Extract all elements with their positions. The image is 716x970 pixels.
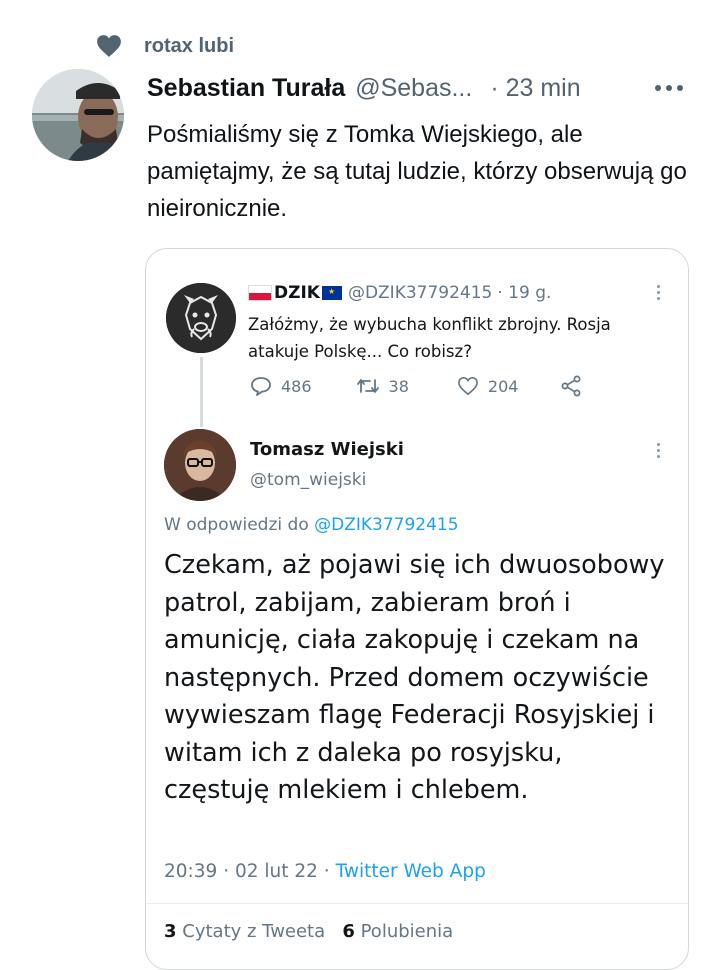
tweet-time[interactable]: · 23 min — [490, 74, 580, 103]
like-count: 204 — [487, 376, 519, 396]
like-heart-icon — [457, 376, 478, 396]
reply-icon — [251, 377, 271, 396]
reply-action: 486 — [250, 376, 312, 396]
tweet-media-image[interactable]: DZIK @DZIK37792415 · 19 g. Załóżmy, że w… — [145, 248, 689, 970]
reply-source-app: Twitter Web App — [335, 861, 486, 882]
share-action — [560, 375, 591, 397]
likes-label: Polubienia — [360, 921, 454, 942]
quoted-time: · 19 g. — [497, 283, 552, 303]
in-reply-handle: @DZIK37792415 — [314, 515, 459, 535]
eu-flag-icon — [321, 286, 342, 300]
reply-author-name: Tomasz Wiejski — [250, 439, 404, 460]
author-photo — [32, 69, 124, 161]
share-icon — [562, 375, 581, 397]
quotes-count: 3 — [164, 921, 177, 942]
quoted-handle: @DZIK37792415 — [347, 283, 493, 303]
author-name[interactable]: Sebastian Turała — [147, 74, 345, 103]
dzik-avatar — [166, 283, 236, 353]
likes-count: 6 — [342, 921, 355, 942]
author-avatar[interactable] — [32, 69, 124, 161]
reply-count: 486 — [281, 376, 312, 396]
boar-logo-icon — [166, 283, 236, 353]
retweet-icon — [356, 379, 379, 393]
reply-meta: 20:39 · 02 lut 22 · Twitter Web App — [164, 861, 486, 882]
reply-more-icon — [657, 443, 660, 458]
reply-stats: 3 Cytaty z Tweeta 6 Polubienia — [164, 921, 453, 942]
like-action: 204 — [457, 376, 519, 396]
reply-timestamp: 20:39 · 02 lut 22 · — [164, 861, 330, 882]
social-context: rotax lubi — [96, 34, 234, 58]
tomasz-avatar — [164, 429, 236, 501]
heart-icon — [97, 35, 121, 57]
social-context-label: rotax lubi — [144, 34, 235, 57]
poland-flag-icon — [248, 285, 272, 301]
reply-author-handle: @tom_wiejski — [250, 470, 367, 490]
tweet-text: Pośmialiśmy się z Tomka Wiejskiego, ale … — [147, 121, 687, 222]
author-handle[interactable]: @Sebas... — [355, 74, 472, 103]
reply-text: Czekam, aż pojawi się ich dwuosobowy pat… — [164, 550, 665, 805]
quoted-actions: 486 38 204 — [250, 375, 591, 397]
more-options-icon[interactable] — [655, 85, 683, 91]
quoted-text: Załóżmy, że wybucha konflikt zbrojny. Ro… — [248, 315, 611, 361]
thread-line — [200, 357, 203, 427]
embedded-screenshot: DZIK @DZIK37792415 · 19 g. Załóżmy, że w… — [146, 249, 688, 969]
quoted-name: DZIK — [274, 283, 320, 303]
quoted-header: DZIK @DZIK37792415 · 19 g. — [248, 283, 551, 303]
retweet-count: 38 — [388, 376, 409, 396]
quotes-label: Cytaty z Tweeta — [182, 921, 326, 942]
in-reply-to: W odpowiedzi do @DZIK37792415 — [164, 515, 459, 535]
tweet-header: Sebastian Turała @Sebas... · 23 min — [147, 74, 581, 103]
in-reply-prefix: W odpowiedzi do — [164, 515, 309, 535]
tomasz-photo — [164, 429, 236, 501]
quoted-more-icon — [657, 285, 660, 300]
retweet-action: 38 — [356, 377, 409, 396]
divider — [146, 903, 688, 904]
